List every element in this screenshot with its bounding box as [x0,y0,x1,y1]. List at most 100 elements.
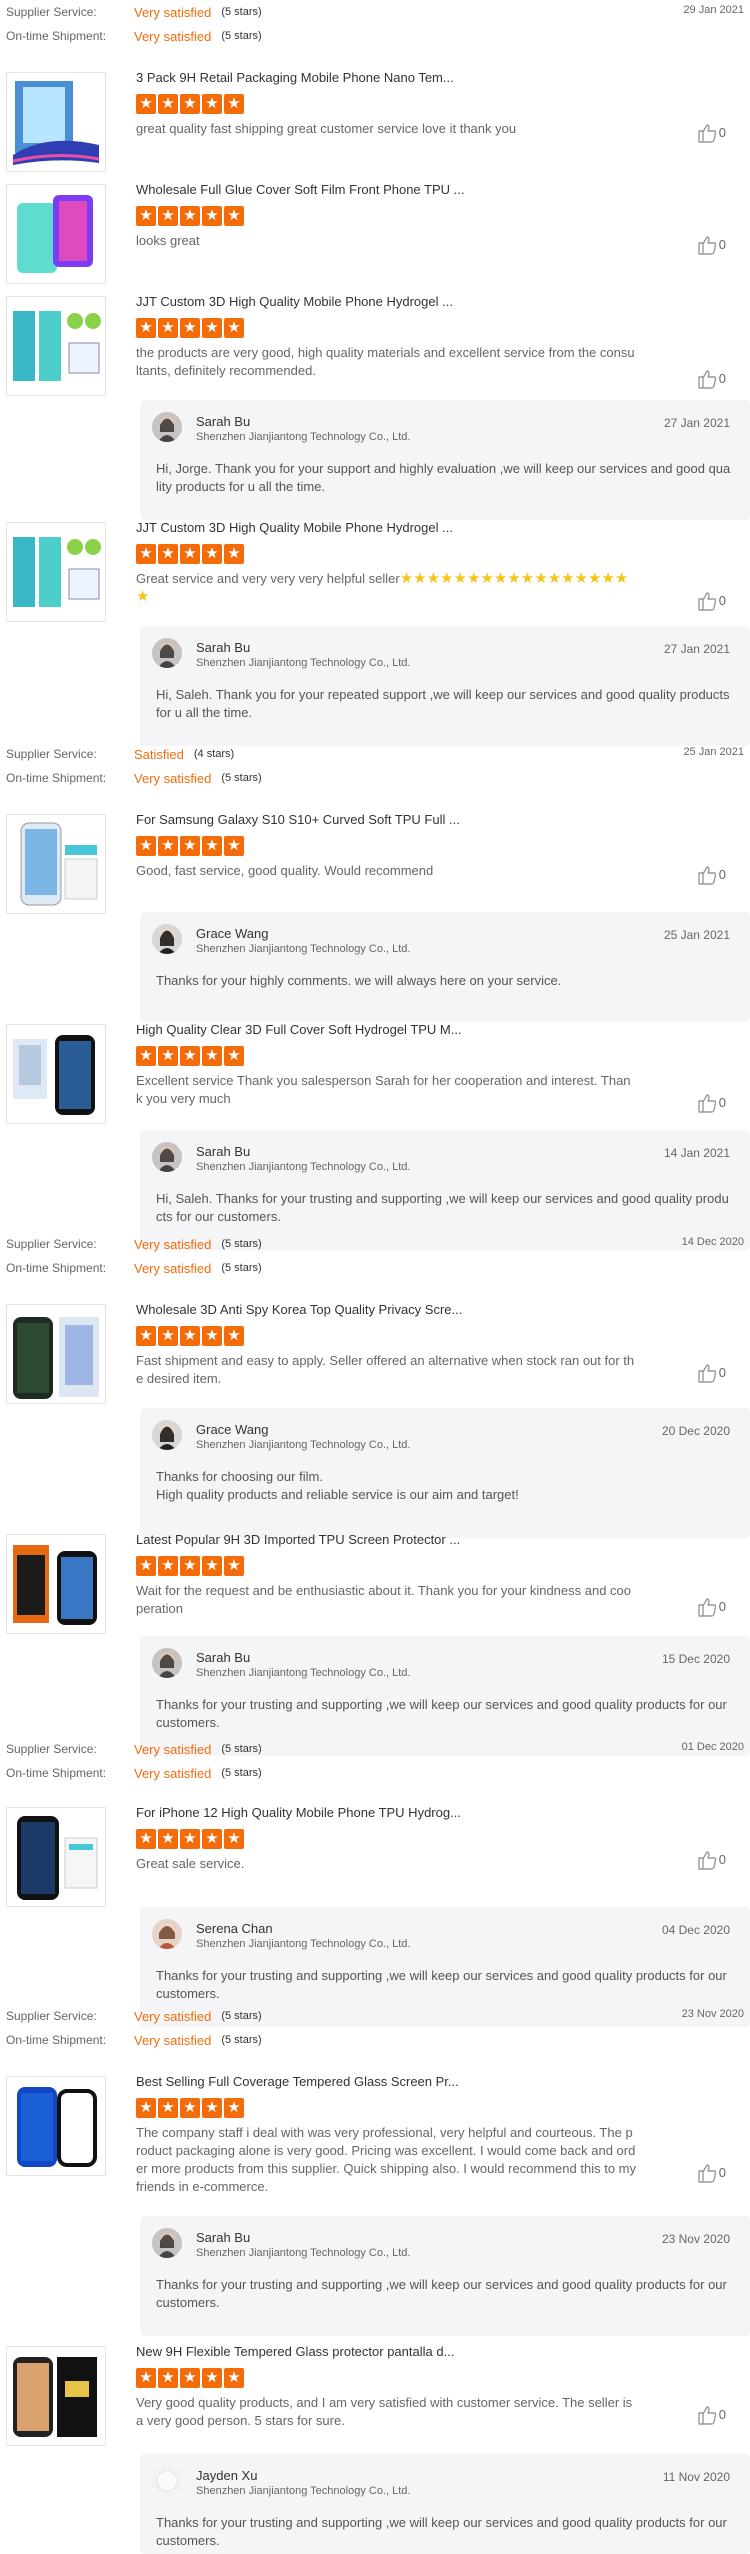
star-icon: ★ [224,1556,244,1576]
product-title-link[interactable]: Latest Popular 9H 3D Imported TPU Screen… [136,1532,460,1547]
review-group: Supplier Service: Very satisfied (5 stars)… [0,1737,750,2027]
product-thumbnail[interactable] [6,2076,106,2176]
reply-author-name: Sarah Bu [196,1650,251,1665]
on-time-shipment-stars: (5 stars) [221,2034,262,2046]
rating-stars: ★ ★ ★ ★ ★ [136,94,246,114]
thumbs-up-icon[interactable] [696,864,718,886]
thumbs-up-icon[interactable] [696,1092,718,1114]
reply-company: Shenzhen Jianjiantong Technology Co., Lt… [196,1161,411,1173]
star-icon: ★ [158,318,178,338]
on-time-shipment-label: On-time Shipment: [6,2033,107,2047]
supplier-service-label: Supplier Service: [6,747,97,761]
thumbs-up-icon[interactable] [696,1362,718,1384]
reply-author-name: Sarah Bu [196,1144,251,1159]
product-title-link[interactable]: JJT Custom 3D High Quality Mobile Phone … [136,520,453,535]
rating-stars: ★ ★ ★ ★ ★ [136,836,246,856]
star-icon: ★ [136,1829,156,1849]
reply-date: 11 Nov 2020 [662,2470,730,2484]
star-icon: ★ [158,206,178,226]
product-title-link[interactable]: JJT Custom 3D High Quality Mobile Phone … [136,294,453,309]
star-icon: ★ [202,1829,222,1849]
reply-date: 20 Dec 2020 [661,1424,730,1438]
product-thumbnail[interactable] [6,1534,106,1634]
star-icon: ★ [180,1326,200,1346]
star-icon: ★ [180,1556,200,1576]
product-title-link[interactable]: For iPhone 12 High Quality Mobile Phone … [136,1805,461,1820]
product-title-link[interactable]: Wholesale 3D Anti Spy Korea Top Quality … [136,1302,462,1317]
avatar [152,2228,182,2258]
reply-company: Shenzhen Jianjiantong Technology Co., Lt… [196,1439,411,1451]
reply-company: Shenzhen Jianjiantong Technology Co., Lt… [196,431,411,443]
product-thumbnail[interactable] [6,814,106,914]
on-time-shipment-row: On-time Shipment: Very satisfied (5 stars) [0,1761,750,1785]
on-time-shipment-rating: Very satisfied [134,1260,212,1276]
supplier-service-stars: (5 stars) [221,1743,262,1755]
like-count: 0 [718,1365,726,1380]
on-time-shipment-stars: (5 stars) [221,1262,262,1274]
product-thumbnail[interactable] [6,522,106,622]
product-thumbnail[interactable] [6,1304,106,1404]
rating-stars: ★ ★ ★ ★ ★ [136,2098,246,2118]
reply-text: Hi, Jorge. Thank you for your support an… [156,461,731,494]
avatar [152,412,182,442]
supplier-service-rating: Very satisfied [134,1741,212,1757]
review-comment: Very good quality products, and I am ver… [136,2395,633,2428]
thumbs-up-icon[interactable] [696,590,718,612]
like-count: 0 [718,867,726,882]
reply-company: Shenzhen Jianjiantong Technology Co., Lt… [196,2485,411,2497]
review-group: Supplier Service: Very satisfied (5 stars)… [0,1232,750,1756]
star-icon: ★ [224,1326,244,1346]
review-comment: Great sale service. [136,1856,245,1871]
product-thumbnail[interactable] [6,184,106,284]
thumbs-up-icon[interactable] [696,2162,718,2184]
thumbs-up-icon[interactable] [696,1596,718,1618]
supplier-service-row: Supplier Service: Very satisfied (5 stars)… [0,1737,750,1761]
supplier-service-label: Supplier Service: [6,1237,97,1251]
supplier-service-stars: (5 stars) [221,2010,262,2022]
star-icon: ★ [136,1046,156,1066]
rating-stars: ★ ★ ★ ★ ★ [136,1829,246,1849]
supplier-service-row: Supplier Service: Very satisfied (5 stars)… [0,1232,750,1256]
supplier-reply: Grace Wang Shenzhen Jianjiantong Technolo… [140,912,750,1022]
product-title-link[interactable]: Wholesale Full Glue Cover Soft Film Fron… [136,182,465,197]
reply-date: 15 Dec 2020 [661,1652,730,1666]
product-thumbnail[interactable] [6,1807,106,1907]
product-title-link[interactable]: For Samsung Galaxy S10 S10+ Curved Soft … [136,812,460,827]
product-title-link[interactable]: 3 Pack 9H Retail Packaging Mobile Phone … [136,70,454,85]
star-icon: ★ [136,318,156,338]
product-thumbnail[interactable] [6,296,106,396]
supplier-service-stars: (5 stars) [221,6,262,18]
avatar [152,924,182,954]
thumbs-up-icon[interactable] [696,368,718,390]
like-count: 0 [718,2165,726,2180]
star-icon: ★ [158,1046,178,1066]
star-icon: ★ [224,318,244,338]
review-comment: Fast shipment and easy to apply. Seller … [136,1353,635,1386]
supplier-service-label: Supplier Service: [6,1742,97,1756]
thumbs-up-icon[interactable] [696,1849,718,1871]
star-icon: ★ [136,206,156,226]
star-icon: ★ [180,836,200,856]
reply-text: Thanks for your trusting and supporting … [156,2515,727,2548]
rating-stars: ★ ★ ★ ★ ★ [136,318,246,338]
thumbs-up-icon[interactable] [696,122,718,144]
star-icon: ★ [158,2098,178,2118]
product-title-link[interactable]: Best Selling Full Coverage Tempered Glas… [136,2074,459,2089]
reply-company: Shenzhen Jianjiantong Technology Co., Lt… [196,657,411,669]
on-time-shipment-rating: Very satisfied [134,28,212,44]
product-thumbnail[interactable] [6,1024,106,1124]
thumbs-up-icon[interactable] [696,234,718,256]
star-icon: ★ [202,544,222,564]
product-title-link[interactable]: High Quality Clear 3D Full Cover Soft Hy… [136,1022,462,1037]
product-title-link[interactable]: New 9H Flexible Tempered Glass protector… [136,2344,454,2359]
like-count: 0 [718,237,726,252]
like-count: 0 [718,125,726,140]
product-thumbnail[interactable] [6,2346,106,2446]
thumbs-up-icon[interactable] [696,2404,718,2426]
star-icon: ★ [158,1556,178,1576]
on-time-shipment-label: On-time Shipment: [6,1766,107,1780]
star-icon: ★ [158,836,178,856]
star-icon: ★ [136,2368,156,2388]
star-icon: ★ [202,836,222,856]
product-thumbnail[interactable] [6,72,106,172]
